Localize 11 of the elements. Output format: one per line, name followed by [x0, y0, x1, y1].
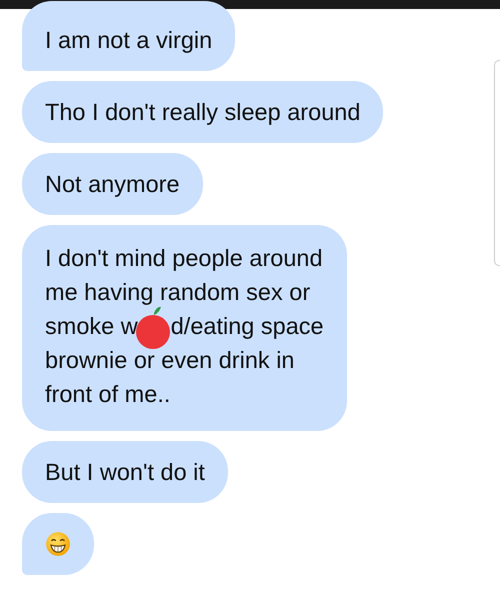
message-text: front of me..: [45, 380, 170, 409]
message-text: me having random sex or: [45, 278, 310, 307]
message-text: Not anymore: [45, 170, 180, 199]
message-text: I am not a virgin: [45, 26, 212, 55]
message-text: smoke w: [45, 312, 138, 341]
message-text: d/eating space: [170, 312, 324, 341]
message-text: But I won't do it: [45, 458, 205, 487]
message-text: I don't mind people around: [45, 244, 323, 273]
message-text: brownie or even drink in: [45, 346, 294, 375]
grinning-face-icon: [45, 531, 71, 557]
message-text: Tho I don't really sleep around: [45, 98, 360, 127]
